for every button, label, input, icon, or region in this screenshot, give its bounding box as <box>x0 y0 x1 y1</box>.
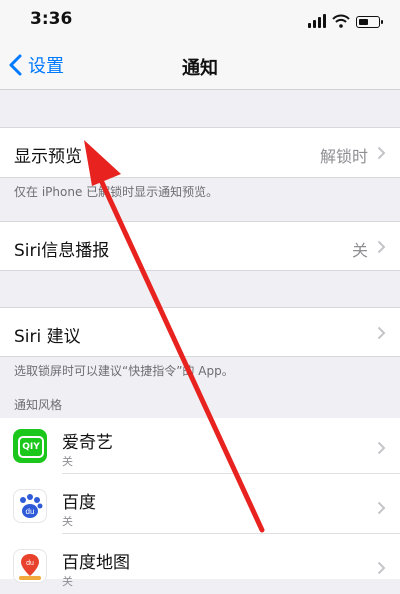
show-preview-label: 显示预览 <box>14 147 82 167</box>
page-title: 通知 <box>182 58 218 79</box>
iqiyi-app-icon: QIY <box>13 429 47 463</box>
siri-suggestions-label: Siri 建议 <box>14 327 81 347</box>
list-item[interactable]: du 百度 关 <box>0 478 400 534</box>
app-name: 爱奇艺 <box>62 433 113 453</box>
notification-style-header: 通知风格 <box>14 398 63 412</box>
navigation-bar: 设置 通知 <box>0 40 400 90</box>
siri-announce-row[interactable]: Siri信息播报 关 <box>0 221 400 271</box>
baidu-app-icon: du <box>13 489 47 523</box>
app-name: 百度地图 <box>62 553 130 573</box>
app-subtitle: 关 <box>62 575 73 588</box>
show-preview-row[interactable]: 显示预览 解锁时 <box>0 127 400 178</box>
wifi-icon <box>332 14 350 28</box>
list-item[interactable]: QIY 爱奇艺 关 <box>0 418 400 474</box>
siri-suggestions-row[interactable]: Siri 建议 <box>0 307 400 357</box>
list-item[interactable]: du 百度地图 关 <box>0 538 400 594</box>
app-list: QIY 爱奇艺 关 du 百度 关 du 百度地图 关 <box>0 418 400 588</box>
siri-announce-value: 关 <box>351 241 368 260</box>
show-preview-value: 解锁时 <box>319 147 368 166</box>
chevron-right-icon <box>377 326 386 340</box>
svg-text:du: du <box>26 560 34 567</box>
chevron-right-icon <box>377 146 386 160</box>
baidu-map-app-icon: du <box>13 549 47 583</box>
status-bar: 3:36 <box>0 0 400 40</box>
status-time: 3:36 <box>30 9 73 29</box>
chevron-right-icon <box>377 240 386 254</box>
app-subtitle: 关 <box>62 455 73 468</box>
svg-text:du: du <box>26 507 35 516</box>
battery-icon <box>356 16 383 28</box>
app-name: 百度 <box>62 493 96 513</box>
siri-suggestions-footer: 选取锁屏时可以建议“快捷指令”的 App。 <box>14 364 234 378</box>
show-preview-footer: 仅在 iPhone 已解锁时显示通知预览。 <box>14 185 219 199</box>
app-subtitle: 关 <box>62 515 73 528</box>
cellular-signal-icon <box>308 14 326 28</box>
chevron-right-icon <box>377 441 386 455</box>
siri-announce-label: Siri信息播报 <box>14 241 110 261</box>
battery-level <box>359 19 369 25</box>
chevron-right-icon <box>377 561 386 575</box>
chevron-right-icon <box>377 501 386 515</box>
status-icons <box>308 12 383 28</box>
